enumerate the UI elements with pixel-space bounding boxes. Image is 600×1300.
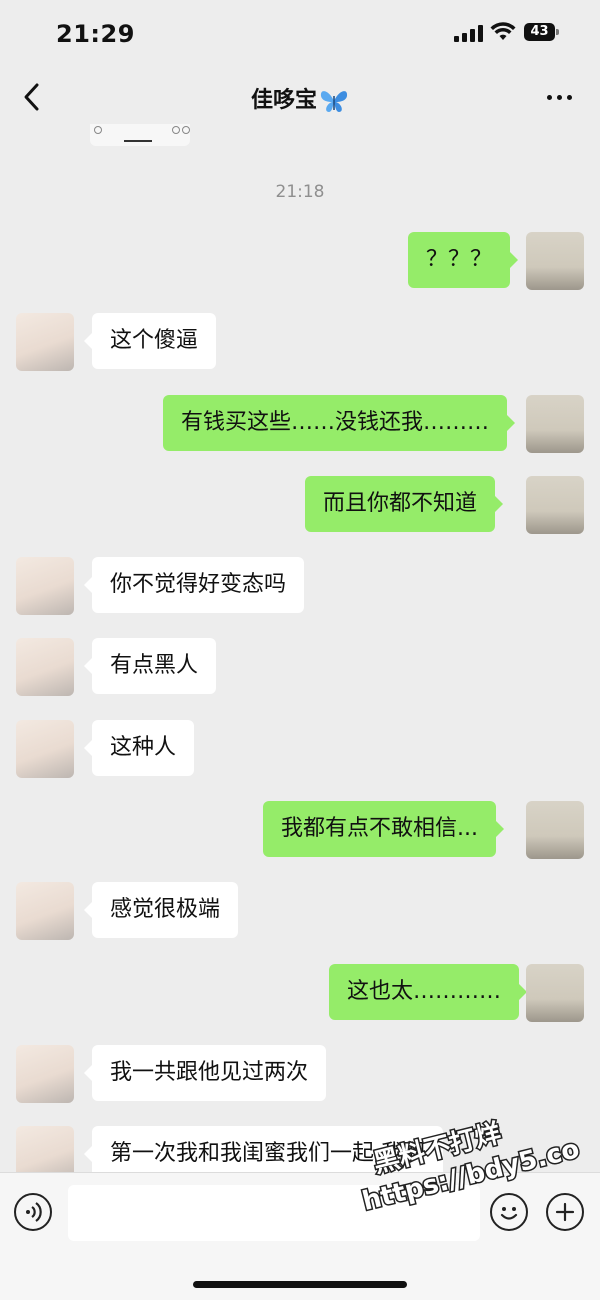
incoming-message-bubble[interactable]: 有点黑人 bbox=[83, 638, 217, 694]
incoming-message-bubble[interactable]: 我一共跟他见过两次 bbox=[83, 1045, 327, 1101]
battery-icon: 43 bbox=[524, 23, 560, 41]
status-time: 21:29 bbox=[56, 20, 135, 48]
cropped-sticker-image bbox=[90, 124, 190, 146]
chat-input-bar bbox=[0, 1172, 600, 1300]
outgoing-message-bubble[interactable]: ？？？ bbox=[408, 232, 519, 288]
emoji-icon[interactable] bbox=[490, 1193, 528, 1231]
incoming-message-bubble[interactable]: 这个傻逼 bbox=[83, 313, 217, 369]
chat-title: 佳哆宝 bbox=[0, 82, 600, 114]
contact-name: 佳哆宝 bbox=[250, 88, 317, 113]
outgoing-message-bubble[interactable]: 而且你都不知道 bbox=[305, 476, 504, 532]
contact-avatar[interactable] bbox=[16, 313, 74, 371]
my-avatar[interactable] bbox=[526, 801, 584, 859]
home-indicator bbox=[193, 1281, 407, 1288]
my-avatar[interactable] bbox=[526, 964, 584, 1022]
outgoing-message-bubble[interactable]: 有钱买这些……没钱还我……… bbox=[163, 395, 516, 451]
cellular-signal-icon bbox=[454, 24, 484, 42]
status-bar: 21:29 43 bbox=[0, 0, 600, 66]
message-timestamp: 21:18 bbox=[275, 182, 325, 202]
my-avatar[interactable] bbox=[526, 395, 584, 453]
outgoing-message-bubble[interactable]: 我都有点不敢相信... bbox=[263, 801, 504, 857]
my-avatar[interactable] bbox=[526, 232, 584, 290]
voice-input-icon[interactable] bbox=[14, 1193, 52, 1231]
incoming-message-bubble[interactable]: 感觉很极端 bbox=[83, 882, 239, 938]
contact-avatar[interactable] bbox=[16, 557, 74, 615]
plus-icon[interactable] bbox=[546, 1193, 584, 1231]
butterfly-icon bbox=[320, 91, 348, 112]
contact-avatar[interactable] bbox=[16, 638, 74, 696]
wifi-icon bbox=[490, 22, 516, 40]
outgoing-message-bubble[interactable]: 这也太………… bbox=[329, 964, 528, 1020]
contact-avatar[interactable] bbox=[16, 1045, 74, 1103]
contact-avatar[interactable] bbox=[16, 882, 74, 940]
more-options-icon[interactable] bbox=[542, 86, 578, 108]
incoming-message-bubble[interactable]: 你不觉得好变态吗 bbox=[83, 557, 305, 613]
my-avatar[interactable] bbox=[526, 476, 584, 534]
incoming-message-bubble[interactable]: 这种人 bbox=[83, 720, 195, 776]
battery-level: 43 bbox=[524, 23, 555, 41]
contact-avatar[interactable] bbox=[16, 720, 74, 778]
chat-header: 佳哆宝 bbox=[0, 66, 600, 128]
